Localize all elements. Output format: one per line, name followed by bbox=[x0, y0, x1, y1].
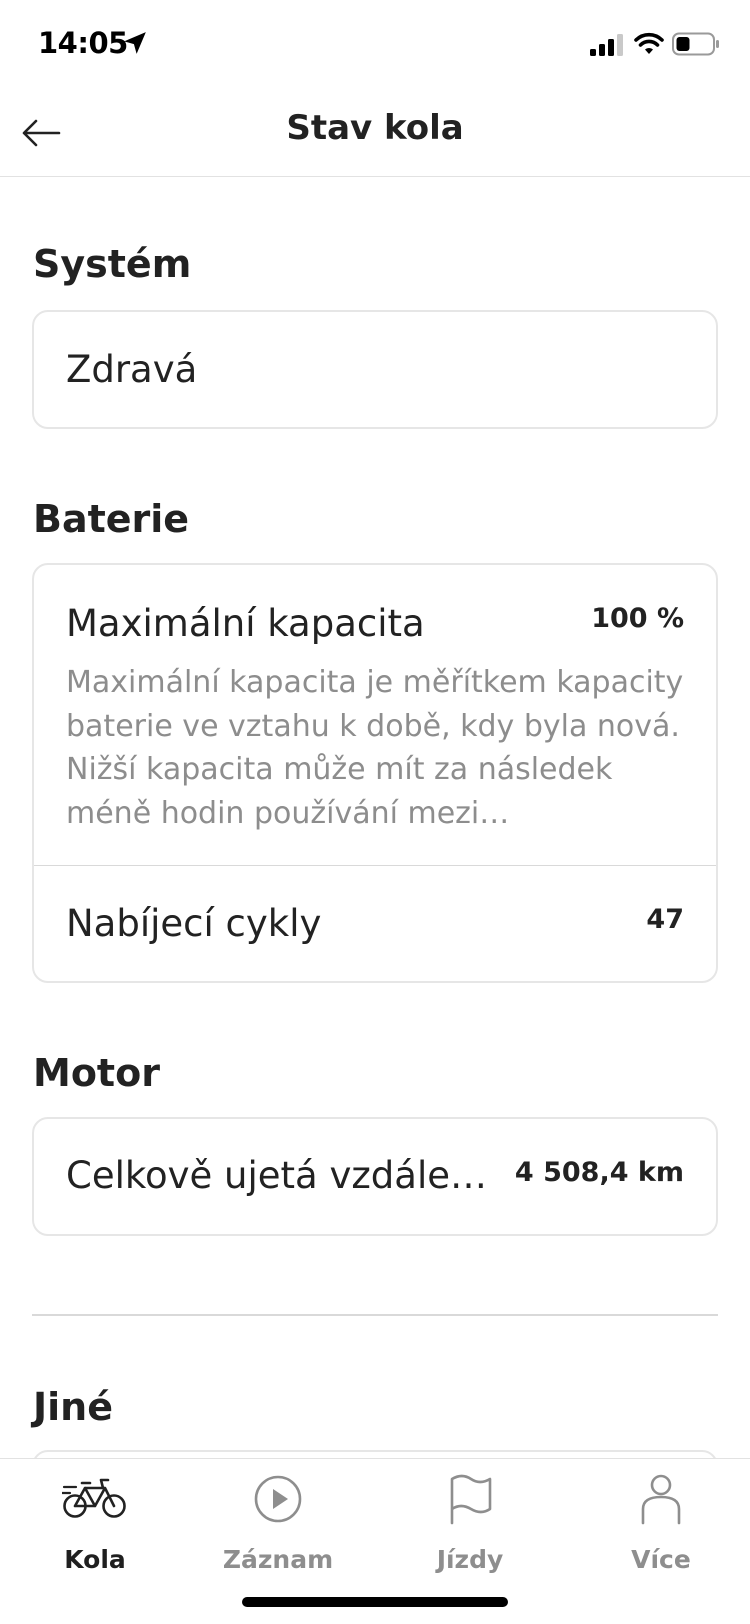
max-capacity-description: Maximální kapacita je měřítkem kapacity … bbox=[66, 665, 684, 831]
nav-item-kola[interactable]: Kola bbox=[0, 1459, 190, 1599]
nav-item-vice[interactable]: Více bbox=[566, 1459, 750, 1599]
max-capacity-row[interactable]: Maximální kapacita 100 % Maximální kapac… bbox=[34, 565, 716, 865]
nav-item-zaznam[interactable]: Záznam bbox=[183, 1459, 373, 1599]
section-title-other: Jiné bbox=[33, 1385, 113, 1429]
nav-label-zaznam: Záznam bbox=[222, 1545, 334, 1574]
section-divider bbox=[32, 1314, 718, 1316]
nav-label-kola: Kola bbox=[64, 1545, 126, 1574]
charge-cycles-row[interactable]: Nabíjecí cykly 47 bbox=[34, 866, 716, 983]
nav-item-jizdy[interactable]: Jízdy bbox=[375, 1459, 565, 1599]
person-icon bbox=[641, 1474, 681, 1525]
battery-card: Maximální kapacita 100 % Maximální kapac… bbox=[32, 563, 718, 983]
nav-label-jizdy: Jízdy bbox=[436, 1545, 504, 1574]
system-card[interactable]: Zdravá bbox=[32, 310, 718, 429]
cellular-signal-icon bbox=[590, 34, 623, 56]
motor-card[interactable]: Celkově ujetá vzdále… 4 508,4 km bbox=[32, 1117, 718, 1236]
status-time: 14:05 bbox=[38, 26, 128, 60]
bike-icon bbox=[62, 1478, 126, 1518]
total-distance-value: 4 508,4 km bbox=[514, 1157, 684, 1188]
wifi-icon bbox=[634, 32, 664, 54]
play-circle-icon bbox=[254, 1475, 302, 1523]
location-arrow-icon bbox=[124, 32, 146, 54]
charge-cycles-label: Nabíjecí cykly bbox=[66, 902, 322, 945]
max-capacity-value: 100 % bbox=[591, 603, 684, 634]
section-title-battery: Baterie bbox=[33, 497, 190, 541]
max-capacity-label: Maximální kapacita bbox=[66, 602, 425, 645]
charge-cycles-value: 47 bbox=[646, 904, 684, 935]
section-title-system: Systém bbox=[33, 242, 192, 286]
header: Stav kola bbox=[0, 92, 750, 177]
page-title: Stav kola bbox=[286, 108, 464, 148]
status-bar: 14:05 bbox=[0, 0, 750, 92]
flag-icon bbox=[450, 1474, 492, 1525]
screen: 14:05 Stav kola Systém Zdravá Baterie Ma… bbox=[0, 0, 750, 1624]
section-title-motor: Motor bbox=[33, 1051, 160, 1095]
home-indicator bbox=[242, 1597, 508, 1607]
system-status-value: Zdravá bbox=[66, 348, 198, 391]
total-distance-label: Celkově ujetá vzdále… bbox=[66, 1154, 488, 1197]
battery-icon bbox=[672, 32, 719, 56]
nav-label-vice: Více bbox=[631, 1545, 691, 1574]
